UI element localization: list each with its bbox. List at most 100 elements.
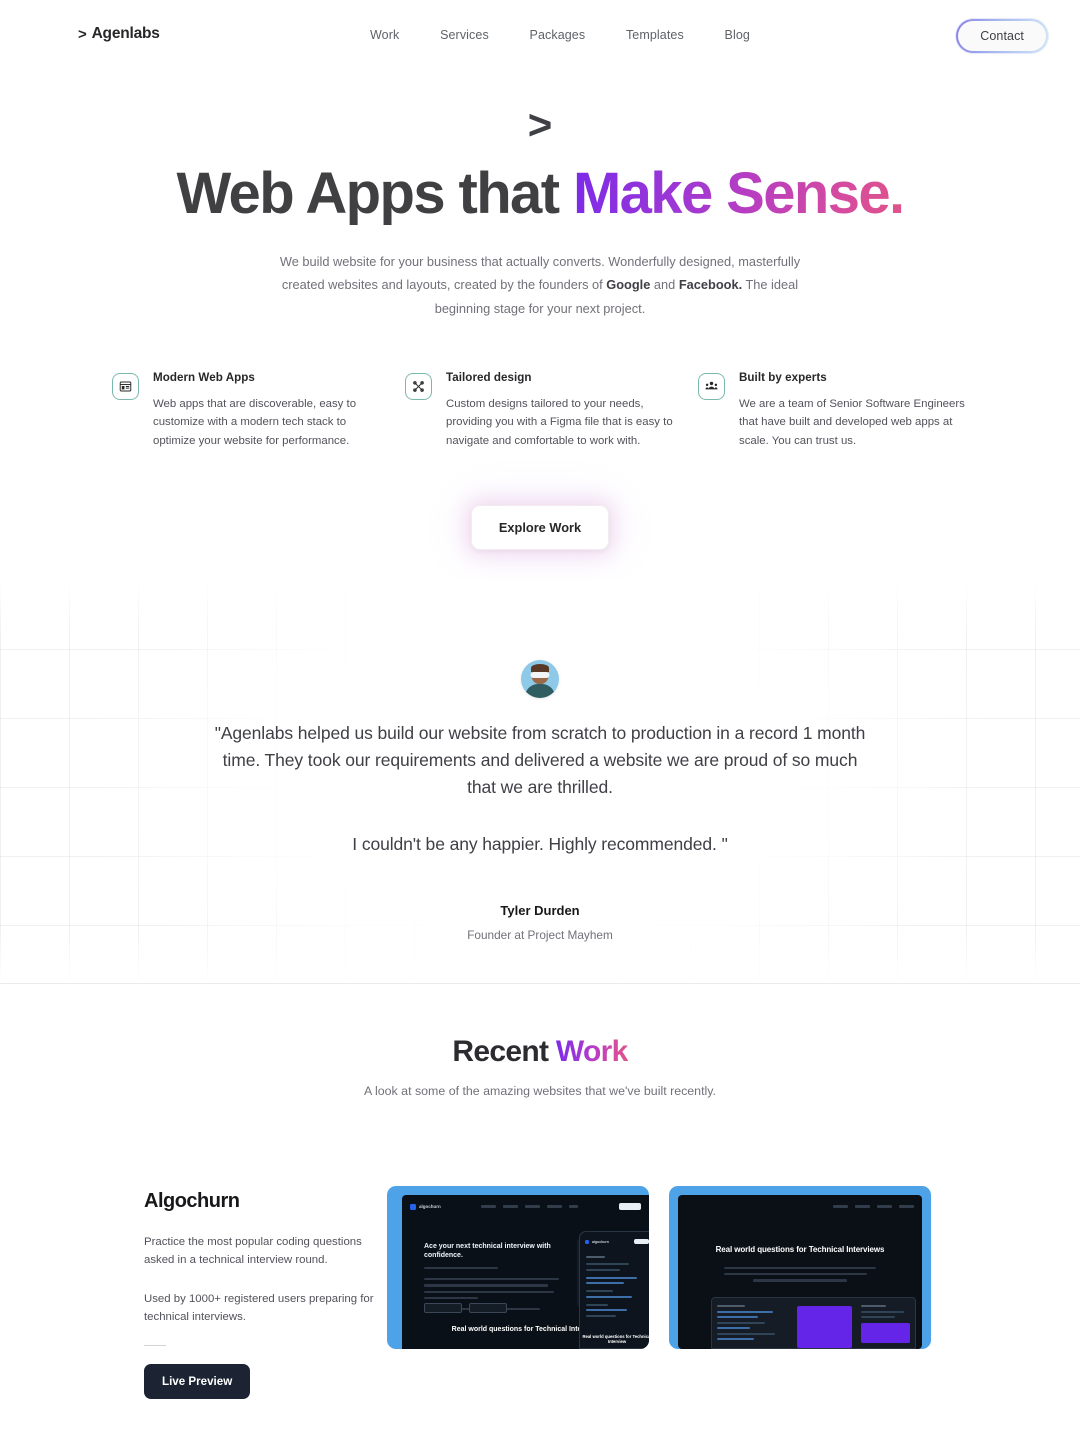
phone-brand: algochurn (592, 1239, 609, 1244)
testimonial-quote-part1: "Agenlabs helped us build our website fr… (214, 723, 866, 798)
feature-description: We are a team of Senior Software Enginee… (739, 398, 965, 447)
screenshot-1-buttons (424, 1303, 507, 1313)
navbar: > Agenlabs Work Services Packages Templa… (0, 0, 1080, 72)
hero-subtitle-part2: and (650, 277, 679, 293)
code-line (586, 1303, 609, 1306)
code-line (717, 1327, 750, 1329)
screenshot-1-nav (481, 1205, 579, 1208)
phone-logo: algochurn (585, 1239, 609, 1244)
screenshot-2-headline: Real world questions for Technical Inter… (715, 1245, 885, 1254)
feature-title: Built by experts (739, 371, 827, 384)
nav-item-templates[interactable]: Templates (626, 28, 684, 42)
text-line (752, 1279, 848, 1282)
avatar-sunglasses (530, 672, 550, 678)
nav-placeholder (877, 1205, 892, 1208)
contact-button-border: Contact (956, 19, 1048, 53)
nav-placeholder (833, 1205, 848, 1208)
browser-window-icon (112, 373, 139, 400)
landing-page: > Agenlabs Work Services Packages Templa… (0, 0, 1080, 1429)
project-description-1: Practice the most popular coding questio… (144, 1236, 362, 1267)
ide-highlight-block (860, 1323, 910, 1343)
ide-editor-pane (712, 1298, 793, 1348)
explore-work-button[interactable]: Explore Work (470, 505, 610, 550)
screenshot-2-nav (833, 1205, 914, 1208)
nav-item-work[interactable]: Work (370, 28, 399, 42)
live-preview-button[interactable]: Live Preview (144, 1363, 251, 1399)
hero-subtitle-bold-facebook: Facebook. (678, 277, 743, 293)
chevron-right-icon: > (78, 25, 87, 43)
nav-item-services[interactable]: Services (440, 28, 489, 42)
cta-section: Explore Work (0, 505, 1080, 550)
screenshot-2-topbar (686, 1202, 914, 1211)
project-algochurn: Algochurn Practice the most popular codi… (144, 1186, 944, 1399)
feature-body: Tailored design Custom designs tailored … (446, 371, 675, 450)
recent-work-header: Recent Work A look at some of the amazin… (0, 1035, 1080, 1098)
code-line (586, 1290, 614, 1292)
nav-placeholder (899, 1205, 914, 1208)
feature-body: Built by experts We are a team of Senior… (739, 371, 968, 450)
feature-body: Modern Web Apps Web apps that are discov… (153, 371, 382, 450)
hero-subtitle: We build website for your business that … (270, 250, 810, 321)
screenshot-2-ide-mockup (711, 1297, 916, 1349)
brand-logo[interactable]: > Agenlabs (78, 25, 160, 43)
text-line (724, 1273, 867, 1276)
feature-description: Web apps that are discoverable, easy to … (153, 398, 357, 447)
code-line (586, 1282, 625, 1284)
project-description-2: Used by 1000+ registered users preparing… (144, 1292, 374, 1324)
nav-item-blog[interactable]: Blog (725, 28, 750, 42)
team-icon (698, 373, 725, 400)
code-line (717, 1332, 776, 1335)
testimonial-content: "Agenlabs helped us build our website fr… (0, 580, 1080, 983)
screenshot-1-brand: algochurn (419, 1204, 441, 1209)
project-screenshot-2[interactable]: Real world questions for Technical Inter… (669, 1186, 931, 1349)
page-title: Web Apps that Make Sense. (0, 162, 1080, 226)
screenshot-1-headline: Ace your next technical interview with c… (424, 1243, 551, 1260)
code-line (860, 1310, 905, 1313)
code-line (717, 1305, 746, 1307)
text-line (424, 1290, 554, 1293)
code-line (717, 1321, 766, 1324)
phone-cta (634, 1239, 649, 1244)
ide-side-pane (856, 1298, 915, 1348)
hero-chevron-icon: > (527, 101, 553, 148)
code-line (586, 1263, 630, 1265)
code-line (586, 1314, 616, 1317)
ide-preview-pane (797, 1306, 852, 1348)
screenshot-2-body-lines (724, 1263, 876, 1282)
nav-item-packages[interactable]: Packages (530, 28, 586, 42)
code-line (717, 1338, 755, 1340)
screenshot-1-topbar: algochurn (410, 1202, 641, 1211)
code-line (860, 1305, 887, 1307)
code-line (717, 1316, 759, 1318)
scissors-icon (405, 373, 432, 400)
nav-placeholder (569, 1205, 579, 1208)
phone-banner: Real world questions for Technical Inter… (582, 1334, 649, 1344)
contact-button[interactable]: Contact (958, 21, 1046, 51)
text-line (724, 1267, 876, 1270)
testimonial-author-role: Founder at Project Mayhem (467, 927, 613, 942)
recent-work-title: Recent Work (0, 1035, 1080, 1069)
code-line (586, 1276, 637, 1279)
code-line (586, 1295, 632, 1298)
code-line (586, 1268, 621, 1271)
screenshot-1-button (424, 1303, 462, 1313)
nav-placeholder (503, 1205, 519, 1208)
code-line (586, 1256, 605, 1258)
screenshot-1-button (469, 1303, 507, 1313)
feature-description: Custom designs tailored to your needs, p… (446, 398, 673, 447)
screenshot-1-login-button (618, 1203, 641, 1210)
testimonial-section: "Agenlabs helped us build our website fr… (0, 580, 1080, 984)
text-line (424, 1267, 499, 1270)
code-line (860, 1316, 896, 1318)
text-line (424, 1278, 559, 1281)
feature-title: Tailored design (446, 371, 532, 384)
project-screenshot-1[interactable]: algochurn Ace your next technical interv… (387, 1186, 649, 1349)
recent-work-subtitle: A look at some of the amazing websites t… (363, 1084, 716, 1098)
hero-section: > Web Apps that Make Sense. We build web… (0, 72, 1080, 321)
nav-placeholder (525, 1205, 541, 1208)
project-divider (144, 1344, 166, 1346)
logo-square-icon (585, 1239, 589, 1244)
avatar-body (525, 684, 555, 698)
project-name: Algochurn (144, 1190, 240, 1212)
screenshot-1-logo: algochurn (410, 1203, 441, 1210)
